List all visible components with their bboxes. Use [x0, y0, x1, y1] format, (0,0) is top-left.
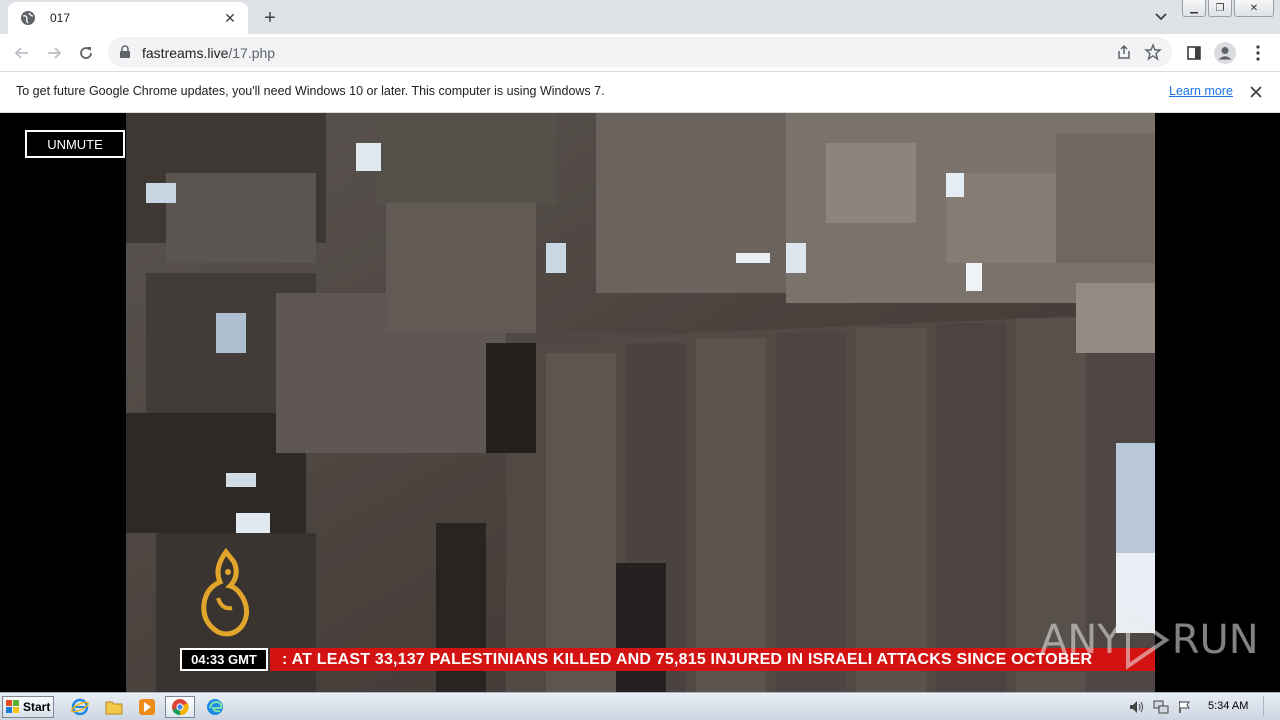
- video-player[interactable]: [126, 113, 1155, 692]
- star-icon[interactable]: [1144, 43, 1162, 61]
- url-text[interactable]: fastreams.live/17.php: [142, 45, 275, 61]
- reload-icon: [80, 47, 92, 59]
- forward-button[interactable]: [42, 41, 66, 65]
- start-button[interactable]: Start: [2, 696, 54, 718]
- unmute-button[interactable]: UNMUTE: [25, 130, 125, 158]
- watermark-text-run: RUN: [1171, 617, 1259, 663]
- share-icon[interactable]: [1116, 44, 1132, 60]
- minimize-icon[interactable]: ▁: [1182, 0, 1206, 17]
- network-icon[interactable]: [1152, 698, 1170, 716]
- forward-arrow-icon: [48, 47, 62, 59]
- url-path: /17.php: [228, 45, 276, 61]
- menu-button[interactable]: [1246, 41, 1270, 65]
- reload-button[interactable]: [74, 41, 98, 65]
- play-triangle-icon: [1125, 610, 1170, 670]
- windows-taskbar: Start 5:34 AM: [0, 692, 1280, 720]
- action-center-flag-icon[interactable]: [1176, 698, 1194, 716]
- plus-icon: +: [264, 6, 276, 29]
- learn-more-link[interactable]: Learn more: [1169, 84, 1233, 98]
- ticker-headline: : AT LEAST 33,137 PALESTINIANS KILLED AN…: [270, 648, 1155, 671]
- close-icon[interactable]: ✕: [222, 10, 238, 26]
- side-panel-button[interactable]: [1182, 41, 1206, 65]
- close-icon[interactable]: ✕: [1234, 0, 1274, 17]
- anyrun-watermark: ANY RUN: [1040, 610, 1259, 670]
- media-player-icon[interactable]: [135, 696, 159, 718]
- window-controls: ▁ ❐ ✕: [1182, 0, 1274, 17]
- url-host: fastreams.live: [142, 45, 229, 61]
- edge-icon[interactable]: [203, 696, 227, 718]
- watermark-text-any: ANY: [1040, 617, 1122, 663]
- video-frame: [126, 113, 1155, 692]
- news-ticker: 04:33 GMT : AT LEAST 33,137 PALESTINIANS…: [180, 648, 1155, 671]
- internet-explorer-icon[interactable]: [68, 696, 92, 718]
- globe-icon: [20, 10, 36, 26]
- tab-search-button[interactable]: [1150, 6, 1172, 28]
- file-explorer-icon[interactable]: [102, 696, 126, 718]
- windows-logo-icon: [6, 700, 19, 713]
- volume-icon[interactable]: [1128, 698, 1146, 716]
- chrome-icon[interactable]: [165, 696, 195, 718]
- kebab-menu-icon: [1256, 45, 1260, 61]
- tab-strip: 017 ✕ + ▁ ❐ ✕: [0, 0, 1280, 34]
- video-viewport: UNMUTE 04:33 GMT : AT LEAST 33,137 PALES…: [0, 113, 1280, 692]
- ticker-time: 04:33 GMT: [180, 648, 268, 671]
- profile-button[interactable]: [1213, 41, 1237, 65]
- new-tab-button[interactable]: +: [258, 6, 282, 30]
- update-infobar: To get future Google Chrome updates, you…: [0, 72, 1280, 113]
- profile-icon: [1214, 42, 1236, 64]
- infobar-message: To get future Google Chrome updates, you…: [16, 84, 605, 98]
- browser-tab[interactable]: 017 ✕: [8, 2, 248, 34]
- back-arrow-icon: [14, 47, 28, 59]
- browser-toolbar: fastreams.live/17.php: [0, 34, 1280, 72]
- address-bar[interactable]: fastreams.live/17.php: [108, 37, 1172, 67]
- side-panel-icon: [1187, 46, 1201, 60]
- tab-title: 017: [50, 11, 71, 25]
- restore-icon[interactable]: ❐: [1208, 0, 1232, 17]
- lock-icon[interactable]: [118, 45, 132, 59]
- back-button[interactable]: [10, 41, 34, 65]
- start-label: Start: [23, 700, 51, 714]
- al-jazeera-logo: [201, 548, 250, 637]
- show-desktop-button[interactable]: [1263, 696, 1277, 716]
- clock[interactable]: 5:34 AM: [1208, 700, 1248, 712]
- chevron-down-icon: [1155, 13, 1167, 21]
- close-icon[interactable]: [1246, 82, 1266, 102]
